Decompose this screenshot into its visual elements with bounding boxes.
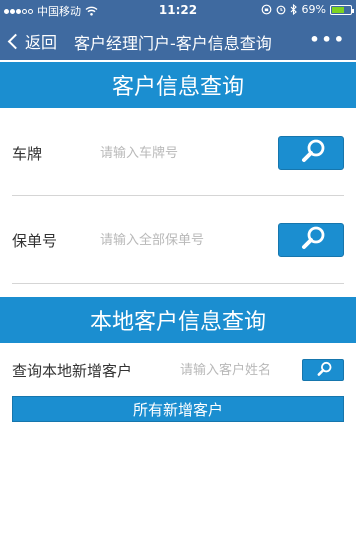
plate-input[interactable] (100, 141, 270, 165)
local-query-header: 本地客户信息查询 (0, 297, 356, 343)
back-button[interactable]: 返回 (6, 29, 57, 53)
customer-name-search-button[interactable] (302, 359, 344, 381)
back-label: 返回 (25, 33, 58, 52)
policy-row: 保单号 (0, 218, 356, 262)
more-options-button[interactable]: ••• (309, 30, 346, 49)
policy-label: 保单号 (12, 232, 58, 250)
policy-search-button[interactable] (278, 223, 344, 257)
status-bar: 中国移动 11:22 69% (0, 0, 356, 20)
new-customer-row: 查询本地新增客户 (0, 357, 356, 383)
status-right: 69% (261, 3, 354, 16)
plate-row: 车牌 (0, 131, 356, 175)
plate-label: 车牌 (12, 145, 43, 163)
divider (12, 283, 344, 284)
battery-percent: 69% (301, 3, 326, 16)
lock-rotation-icon (261, 4, 271, 15)
customer-name-input[interactable] (180, 359, 288, 381)
battery-icon (330, 4, 354, 15)
alarm-icon (276, 5, 285, 15)
plate-search-button[interactable] (278, 136, 344, 170)
nav-bar: 返回 客户经理门户-客户信息查询 ••• (0, 20, 356, 60)
bluetooth-icon (290, 4, 297, 15)
search-icon (302, 139, 325, 162)
chevron-left-icon (7, 33, 24, 49)
search-icon (302, 226, 325, 249)
page-title: 客户经理门户-客户信息查询 (74, 34, 272, 53)
customer-query-header: 客户信息查询 (0, 62, 356, 108)
all-new-customers-button[interactable]: 所有新增客户 (12, 396, 344, 422)
search-icon (317, 361, 332, 376)
new-customer-label: 查询本地新增客户 (12, 362, 133, 380)
divider (12, 195, 344, 196)
policy-input[interactable] (100, 228, 270, 252)
